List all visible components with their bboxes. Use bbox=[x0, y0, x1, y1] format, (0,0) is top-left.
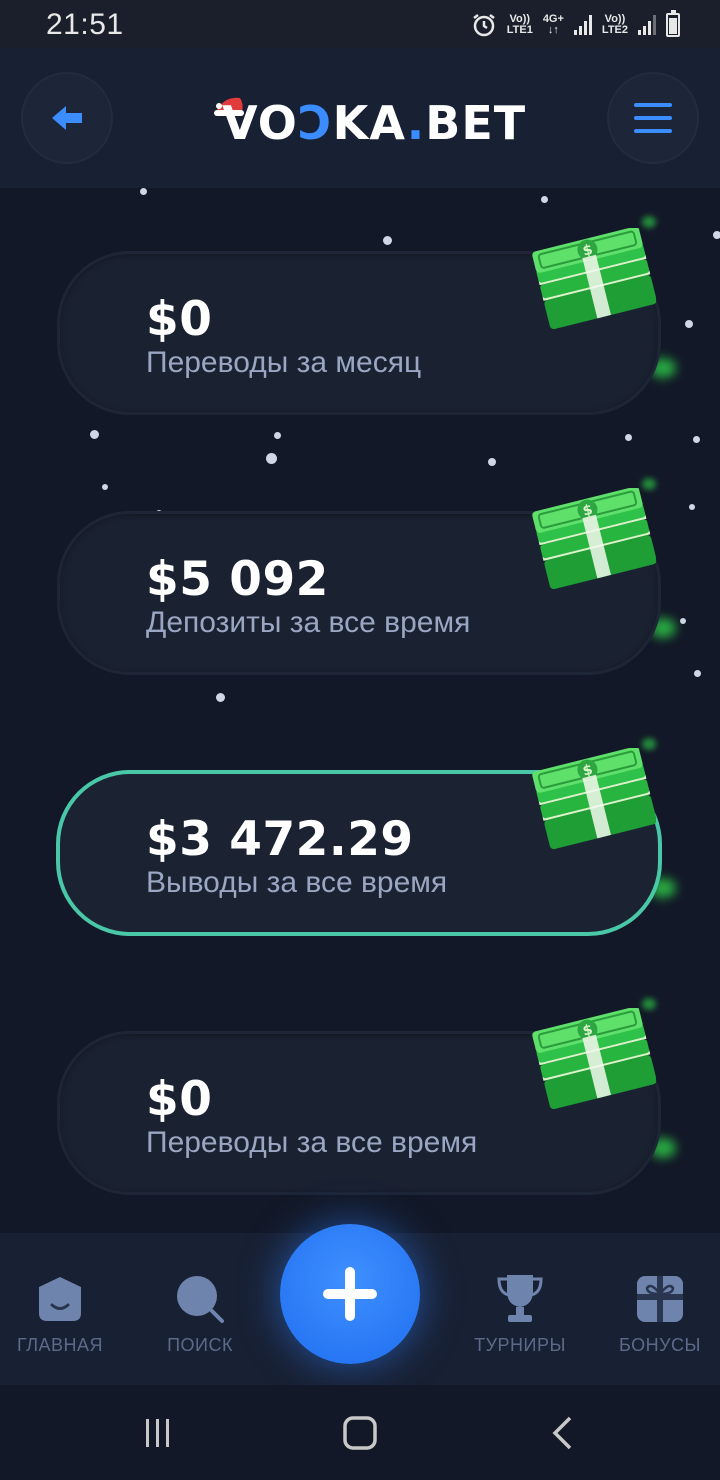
recent-apps-icon bbox=[146, 1419, 169, 1447]
nav-label: ГЛАВНАЯ bbox=[16, 1335, 104, 1355]
nav-label: ТУРНИРЫ bbox=[474, 1335, 566, 1355]
signal-bars-icon bbox=[573, 15, 592, 35]
snowflake bbox=[689, 504, 695, 510]
snowflake bbox=[383, 236, 392, 245]
snowflake bbox=[102, 484, 108, 490]
recent-apps-button[interactable] bbox=[138, 1413, 178, 1453]
stat-label: Выводы за все время bbox=[146, 866, 448, 899]
gift-icon bbox=[637, 1276, 683, 1322]
snowflake bbox=[266, 453, 277, 464]
nav-label: ПОИСК bbox=[167, 1335, 233, 1355]
snowflake bbox=[685, 320, 693, 328]
status-bar: 21:51 Vo)) LTE1 4G+ ↓↑ Vo)) LTE2 bbox=[0, 0, 720, 48]
signal-bars-icon bbox=[638, 15, 656, 35]
stats-content: $0 Переводы за месяц $5 092 Депозиты за … bbox=[0, 188, 720, 1233]
money-stack-icon: $ bbox=[532, 228, 656, 330]
stat-label: Депозиты за все время bbox=[146, 606, 471, 639]
money-stack-icon: $ bbox=[532, 748, 656, 850]
hamburger-menu-icon bbox=[634, 103, 672, 133]
stat-value: $5 092 bbox=[146, 552, 329, 607]
snowflake bbox=[694, 670, 701, 677]
nav-home[interactable]: ГЛАВНАЯ bbox=[0, 1271, 120, 1356]
snowflake bbox=[713, 231, 720, 239]
snowflake bbox=[90, 430, 99, 439]
sim2-indicator: Vo)) LTE2 bbox=[601, 13, 628, 36]
status-time: 21:51 bbox=[46, 8, 124, 41]
stat-label: Переводы за месяц bbox=[146, 346, 422, 379]
snowflake bbox=[680, 618, 686, 624]
snowflake bbox=[625, 434, 632, 441]
status-icons: Vo)) LTE1 4G+ ↓↑ Vo)) LTE2 bbox=[471, 8, 680, 42]
snowflake bbox=[488, 458, 496, 466]
system-nav-bar bbox=[0, 1385, 720, 1480]
sim1-indicator: Vo)) LTE1 bbox=[506, 13, 533, 36]
search-icon bbox=[177, 1276, 224, 1323]
nav-bonuses[interactable]: БОНУСЫ bbox=[600, 1271, 720, 1356]
menu-button[interactable] bbox=[607, 72, 699, 164]
snowflake bbox=[140, 188, 147, 195]
alarm-icon bbox=[472, 14, 495, 37]
nav-search[interactable]: ПОИСК bbox=[140, 1271, 260, 1356]
money-stack-icon: $ bbox=[532, 488, 656, 590]
plus-icon bbox=[323, 1267, 377, 1321]
snowflake bbox=[274, 432, 281, 439]
nav-tournaments[interactable]: ТУРНИРЫ bbox=[460, 1271, 580, 1356]
chevron-left-icon bbox=[552, 1416, 572, 1450]
network-indicator: 4G+ ↓↑ bbox=[542, 13, 564, 36]
money-stack-icon: $ bbox=[532, 1008, 656, 1110]
stat-value: $0 bbox=[146, 292, 213, 347]
logo[interactable]: VOↃKA.BET bbox=[222, 96, 526, 150]
trophy-icon bbox=[497, 1275, 543, 1322]
snowflake bbox=[541, 196, 548, 203]
home-system-button[interactable] bbox=[340, 1413, 380, 1453]
app-header: VOↃKA.BET bbox=[0, 48, 720, 188]
stat-value: $0 bbox=[146, 1072, 213, 1127]
stat-value: $3 472.29 bbox=[146, 812, 414, 867]
stat-label: Переводы за все время bbox=[146, 1126, 478, 1159]
arrow-left-icon bbox=[52, 106, 82, 130]
home-icon bbox=[39, 1277, 81, 1321]
green-sparkle bbox=[642, 216, 656, 228]
snowflake bbox=[216, 693, 225, 702]
add-button[interactable] bbox=[280, 1224, 420, 1364]
back-button[interactable] bbox=[21, 72, 113, 164]
home-square-icon bbox=[343, 1416, 377, 1450]
snowflake bbox=[693, 436, 700, 443]
battery-icon bbox=[666, 10, 680, 37]
back-system-button[interactable] bbox=[542, 1413, 582, 1453]
nav-label: БОНУСЫ bbox=[619, 1335, 701, 1355]
